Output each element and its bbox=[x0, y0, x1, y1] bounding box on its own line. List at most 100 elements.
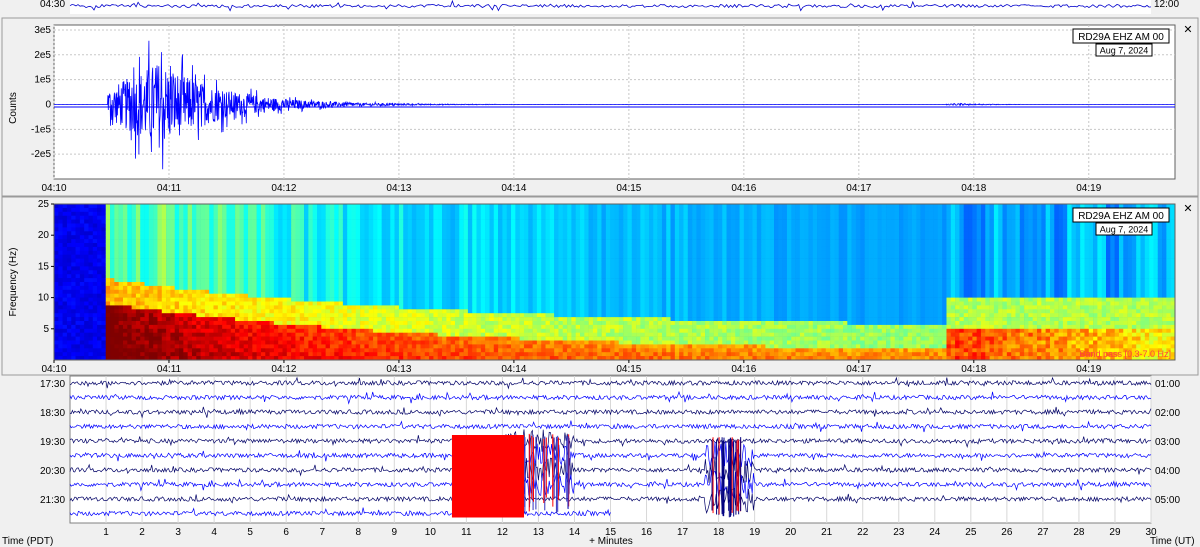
spectrogram-cell bbox=[209, 235, 214, 240]
spectrogram-cell bbox=[342, 328, 348, 333]
spectrogram-cell bbox=[157, 313, 163, 318]
spectrogram-cell bbox=[571, 309, 576, 314]
waveform-close-button[interactable]: ✕ bbox=[1183, 24, 1192, 36]
spectrogram-cell bbox=[325, 219, 331, 224]
spectrogram-cell bbox=[381, 293, 387, 298]
spectrogram-cell bbox=[433, 293, 439, 298]
spectrogram-cell bbox=[467, 211, 473, 216]
spectrogram-cell bbox=[54, 274, 59, 279]
spectrogram-cell bbox=[334, 305, 339, 310]
spectrogram-cell bbox=[338, 309, 344, 314]
spectrogram-cell bbox=[183, 321, 188, 326]
spectrogram-cell bbox=[291, 235, 296, 240]
spectrogram-cell bbox=[273, 313, 279, 318]
spectrogram-cell bbox=[523, 282, 529, 287]
spectrogram-cell bbox=[558, 223, 564, 228]
spectrogram-cell bbox=[403, 239, 408, 244]
spectrogram-cell bbox=[329, 250, 335, 255]
spectrogram-cell bbox=[179, 227, 184, 232]
spectrogram-cell bbox=[416, 270, 421, 275]
spectrogram-cell bbox=[114, 266, 119, 271]
spectrogram-cell bbox=[545, 324, 551, 330]
spectrogram-cell bbox=[429, 332, 434, 337]
spectrogram-cell bbox=[541, 344, 546, 349]
spectrogram-cell bbox=[304, 262, 309, 267]
spectrogram-cell bbox=[66, 332, 72, 337]
spectrogram-cell bbox=[170, 243, 176, 248]
spectrogram-cell bbox=[411, 231, 417, 236]
spectrogram-cell bbox=[217, 204, 223, 209]
spectrogram-cell bbox=[463, 262, 469, 267]
spectrogram-cell bbox=[101, 219, 107, 224]
spectrogram-cell bbox=[71, 309, 76, 314]
spectrogram-cell bbox=[545, 266, 551, 271]
spectrogram-cell bbox=[480, 215, 486, 220]
spectrogram-cell bbox=[191, 324, 197, 330]
spectrogram-cell bbox=[312, 223, 318, 228]
spectrogram-cell bbox=[196, 348, 201, 353]
spectrogram-cell bbox=[278, 344, 283, 349]
spectrogram-cell bbox=[191, 215, 197, 220]
spectrogram-cell bbox=[450, 204, 456, 209]
spectrogram-cell bbox=[204, 231, 210, 236]
spectrogram-cell bbox=[295, 278, 301, 283]
spectrogram-cell bbox=[584, 231, 589, 236]
spectrogram-cell bbox=[79, 340, 85, 345]
spectrogram-cell bbox=[567, 313, 572, 318]
spectrogram-cell bbox=[575, 215, 581, 220]
spectrogram-cell bbox=[493, 266, 499, 271]
spectrogram-cell bbox=[92, 243, 98, 248]
spectrogram-cell bbox=[575, 258, 581, 263]
spectrogram-cell bbox=[88, 332, 94, 337]
spectrogram-cell bbox=[549, 321, 555, 326]
spectrogram-cell bbox=[381, 207, 387, 213]
spectrogram-cell bbox=[170, 305, 176, 310]
spectrogram-cell bbox=[84, 262, 89, 267]
spectrogram-cell bbox=[364, 293, 370, 298]
spectrogram-cell bbox=[446, 317, 451, 322]
spectrogram-cell bbox=[84, 297, 89, 302]
spectrogram-cell bbox=[541, 231, 546, 236]
spectrogram-cell bbox=[575, 340, 581, 345]
spectrogram-cell bbox=[79, 250, 85, 255]
spectrogram-cell bbox=[226, 219, 232, 224]
spectrogram-cell bbox=[204, 262, 210, 267]
spectrogram-cell bbox=[545, 207, 551, 213]
spectrogram-cell bbox=[446, 285, 451, 291]
spectrogram-cell bbox=[411, 262, 417, 267]
spectrogram-cell bbox=[299, 289, 305, 294]
spectrogram-cell bbox=[299, 266, 305, 271]
spectrogram-cell bbox=[110, 246, 115, 252]
spectrogram-cell bbox=[558, 324, 564, 330]
spectrogram-cell bbox=[502, 258, 508, 263]
spectrogram-cell bbox=[523, 239, 529, 244]
spectrogram-cell bbox=[131, 231, 137, 236]
spectrogram-cell bbox=[472, 235, 477, 240]
spectrogram-cell bbox=[230, 289, 236, 294]
spectrogram-cell bbox=[153, 266, 158, 271]
spectrogram-cell bbox=[75, 309, 81, 314]
spectrogram-cell bbox=[161, 250, 167, 255]
spectrogram-cell bbox=[347, 211, 352, 216]
spectrogram-cell bbox=[239, 215, 245, 220]
spectrogram-cell bbox=[493, 293, 499, 298]
spectrogram-cell bbox=[325, 223, 331, 228]
spectrogram-cell bbox=[554, 239, 559, 244]
spectrogram-cell bbox=[243, 352, 249, 357]
spectrogram-cell bbox=[286, 285, 292, 291]
spectrogram-cell bbox=[217, 258, 223, 263]
spectrogram-cell bbox=[334, 207, 339, 213]
spectrogram-cell bbox=[515, 231, 520, 236]
spectrogram-cell bbox=[523, 250, 529, 255]
spectrogram-cell bbox=[472, 274, 477, 279]
spectrogram-cell bbox=[239, 293, 245, 298]
spectrogram-cell bbox=[476, 309, 482, 314]
spectrogram-cell bbox=[122, 317, 128, 322]
spectrogram-cell bbox=[407, 219, 413, 224]
spectrogram-cell bbox=[385, 270, 391, 275]
spectrogram-cell bbox=[269, 324, 275, 330]
spectrogram-cell bbox=[230, 223, 236, 228]
spectrogram-cell bbox=[562, 235, 568, 240]
spectrogram-cell bbox=[291, 321, 296, 326]
spectrogram-cell bbox=[127, 204, 132, 209]
